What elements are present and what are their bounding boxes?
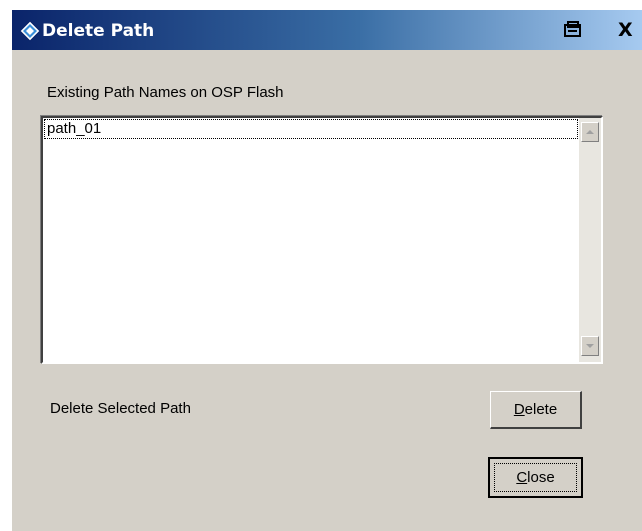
delete-button[interactable]: Delete xyxy=(490,391,582,429)
delete-button-label-rest: elete xyxy=(524,401,558,418)
delete-button-label: Delete xyxy=(514,401,557,418)
existing-paths-listbox[interactable]: path_01 xyxy=(41,116,603,364)
delete-selected-path-label: Delete Selected Path xyxy=(50,400,191,417)
app-icon[interactable] xyxy=(19,20,41,42)
close-button-label: Close xyxy=(516,469,554,486)
close-button[interactable]: Close xyxy=(488,457,583,498)
close-icon[interactable]: X xyxy=(618,19,642,41)
close-button-label-rest: lose xyxy=(527,469,555,486)
close-button-mnemonic: C xyxy=(516,469,528,486)
title-bar[interactable]: Delete Path X xyxy=(12,10,642,50)
pin-icon[interactable] xyxy=(562,20,584,40)
arrow-down-icon xyxy=(586,344,594,348)
scroll-down-button[interactable] xyxy=(581,336,599,356)
existing-paths-label: Existing Path Names on OSP Flash xyxy=(47,84,284,101)
vertical-scrollbar[interactable] xyxy=(579,118,601,362)
delete-path-dialog: Delete Path X Existing Path Names on OSP… xyxy=(12,10,642,531)
window-title: Delete Path xyxy=(42,21,155,41)
list-item[interactable]: path_01 xyxy=(44,119,578,139)
arrow-up-icon xyxy=(586,130,594,134)
delete-button-mnemonic: D xyxy=(513,401,525,418)
scroll-up-button[interactable] xyxy=(581,122,599,142)
